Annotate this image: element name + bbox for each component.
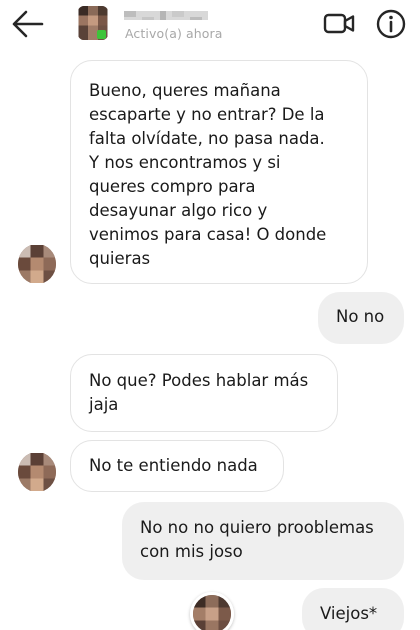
- sender-avatar: [18, 452, 56, 492]
- outgoing-message[interactable]: No no no quiero proob​lemas con mis joso: [122, 502, 404, 580]
- video-call-button[interactable]: [322, 8, 356, 38]
- contact-name-blurred: [124, 8, 208, 20]
- incoming-message[interactable]: Bueno, queres mañana escaparte y no entr…: [70, 60, 368, 284]
- outgoing-message[interactable]: No no: [318, 292, 404, 344]
- chat-header: Activo(a) ahora: [0, 0, 420, 48]
- outgoing-message[interactable]: Viejos*: [302, 588, 404, 630]
- active-status: Activo(a) ahora: [125, 26, 223, 41]
- info-icon: [376, 9, 406, 39]
- incoming-message[interactable]: No te entiendo nada: [70, 440, 284, 492]
- seen-avatar: [190, 592, 234, 630]
- message-thread[interactable]: Bueno, queres mañana escaparte y no entr…: [0, 48, 420, 630]
- sender-avatar: [18, 244, 56, 284]
- arrow-left-icon: [12, 10, 44, 38]
- video-call-icon: [323, 13, 355, 34]
- online-indicator: [97, 30, 106, 39]
- info-button[interactable]: [374, 7, 408, 41]
- back-button[interactable]: [8, 6, 48, 42]
- incoming-message[interactable]: No que? Podes hablar más jaja: [70, 354, 338, 432]
